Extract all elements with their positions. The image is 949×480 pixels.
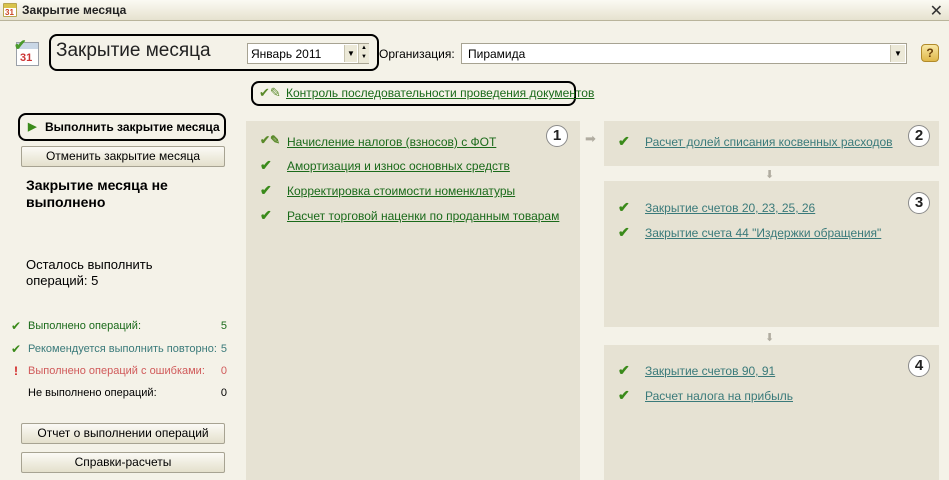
stat-completed: ✔ Выполнено операций: 5 xyxy=(11,319,227,333)
run-closing-button[interactable]: ▶ Выполнить закрытие месяца xyxy=(21,115,225,139)
stat-errors: ! Выполнено операций с ошибками: 0 xyxy=(14,364,227,378)
check-icon: ✔ xyxy=(11,342,22,356)
check-icon: ✔ xyxy=(618,224,630,240)
arrow-right-icon: ➡ xyxy=(585,131,596,146)
organization-label: Организация: xyxy=(379,47,455,61)
chevron-down-icon[interactable]: ▼ xyxy=(344,45,357,62)
step-number-1: 1 xyxy=(546,125,568,147)
arrow-down-icon: ⬇ xyxy=(765,169,775,181)
step-2-panel: 2 ✔ Расчет долей списания косвенных расх… xyxy=(604,121,939,166)
window-titlebar: 31 Закрытие месяца ✕ xyxy=(0,0,949,21)
check-icon: ✔ xyxy=(618,133,630,149)
help-button[interactable]: ? xyxy=(921,44,939,62)
check-icon: ✔ xyxy=(618,362,630,378)
status-heading: Закрытие месяца не выполнено xyxy=(26,177,168,210)
organization-value: Пирамида xyxy=(468,47,526,61)
step-number-2: 2 xyxy=(908,125,930,147)
cancel-closing-button[interactable]: Отменить закрытие месяца xyxy=(21,146,225,167)
close-icon[interactable]: ✕ xyxy=(930,1,943,21)
page-title: Закрытие месяца xyxy=(56,40,211,61)
check-icon: ✔ xyxy=(260,207,272,223)
check-icon: ✔ xyxy=(618,387,630,403)
check-icon: ✔ xyxy=(260,182,272,198)
step-1-panel: 1 ✔✎ Начисление налогов (взносов) с ФОТ … xyxy=(246,121,580,480)
arrow-down-icon: ⬇ xyxy=(765,332,775,344)
step-number-3: 3 xyxy=(908,192,930,214)
step-3-panel: 3 ✔ Закрытие счетов 20, 23, 25, 26 ✔ Зак… xyxy=(604,181,939,327)
calendar-app-icon: 31 xyxy=(3,3,17,17)
double-check-icon: ✔✎ xyxy=(260,133,281,147)
error-icon: ! xyxy=(14,364,18,378)
double-check-icon: ✔✎ xyxy=(259,85,281,100)
stat-repeat: ✔ Рекомендуется выполнить повторно: 5 xyxy=(11,342,227,356)
stat-not-done: Не выполнено операций: 0 xyxy=(28,387,227,399)
period-value: Январь 2011 xyxy=(251,47,322,61)
reference-calculations-button[interactable]: Справки-расчеты xyxy=(21,452,225,473)
window-title: Закрытие месяца xyxy=(22,3,127,17)
control-sequence-link[interactable]: Контроль последовательности проведения д… xyxy=(286,86,594,100)
period-input[interactable]: Январь 2011 ▼ ▲ ▼ xyxy=(247,43,369,64)
chevron-down-icon[interactable]: ▼ xyxy=(890,45,905,62)
organization-select[interactable]: Пирамида ▼ xyxy=(461,43,907,64)
check-icon: ✔ xyxy=(260,157,272,173)
step-4-panel: 4 ✔ Закрытие счетов 90, 91 ✔ Расчет нало… xyxy=(604,345,939,480)
check-icon: ✔ xyxy=(11,319,22,333)
spin-arrows-icon[interactable]: ▲ ▼ xyxy=(358,44,369,63)
report-button[interactable]: Отчет о выполнении операций xyxy=(21,423,225,444)
check-icon: ✔ xyxy=(618,199,630,215)
step-number-4: 4 xyxy=(908,355,930,377)
remaining-operations: Осталось выполнить операций: 5 xyxy=(26,257,153,288)
play-icon: ▶ xyxy=(28,121,37,133)
calendar-icon: 31 ✔ xyxy=(14,37,40,66)
